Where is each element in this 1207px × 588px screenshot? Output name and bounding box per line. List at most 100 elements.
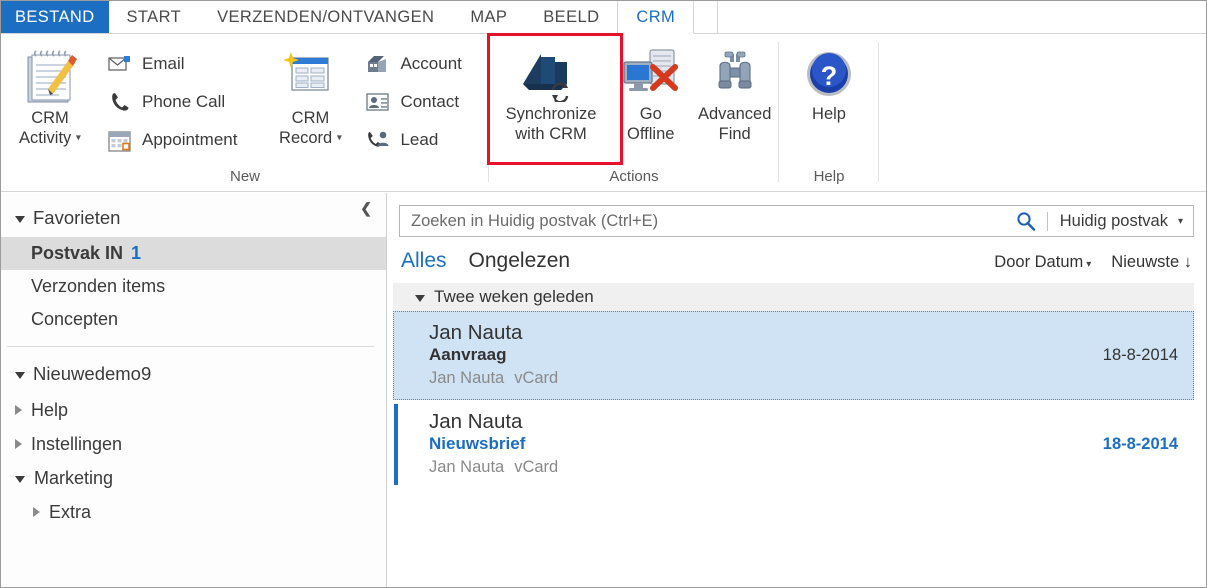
ribbon-group-help-label: Help [813,168,845,185]
tab-start[interactable]: START [109,1,200,33]
chevron-down-icon [15,476,25,483]
sidebar-item-extra-label: Extra [49,501,92,522]
sidebar-item-marketing[interactable]: Marketing [1,461,386,495]
account-icon [365,51,391,77]
search-scope-dropdown[interactable]: Huidig postvak ▾ [1060,212,1183,231]
new-appointment-label: Appointment [142,130,238,149]
tab-beeld[interactable]: BEELD [525,1,617,33]
tab-verzenden-ontvangen[interactable]: VERZENDEN/ONTVANGEN [199,1,452,33]
message-1-attachment: vCard [514,369,559,387]
dynamics-sync-icon [515,40,587,102]
sidebar-item-concepten-label: Concepten [31,309,119,329]
crm-activity-caret-icon[interactable]: ▾ [76,133,81,144]
message-group-header[interactable]: Twee weken geleden [393,283,1194,311]
tab-bestand[interactable]: BESTAND [1,1,109,33]
synchronize-label-line1: Synchronize [505,105,597,123]
message-list-item-2[interactable]: Jan Nauta Nieuwsbrief 18-8-2014 Jan Naut… [393,400,1194,489]
chevron-down-icon: ▾ [1177,215,1183,227]
message-2-subject: Nieuwsbrief [429,434,526,453]
sidebar-item-help-label: Help [31,399,69,420]
go-offline-button[interactable]: Go Offline [617,36,684,144]
new-account-button[interactable]: Account [361,46,469,82]
new-contact-label: Contact [400,92,460,111]
crm-activity-notepad-icon [19,44,81,106]
sidebar-item-postvak-in-count: 1 [131,243,142,263]
sidebar-group-favorieten-label: Favorieten [33,207,121,228]
new-contact-button[interactable]: Contact [361,84,469,120]
collapse-pane-icon[interactable]: ❮ [360,200,372,217]
filter-ongelezen[interactable]: Ongelezen [469,249,571,273]
phone-icon [107,89,133,115]
sidebar-group-nieuwedemo9[interactable]: Nieuwedemo9 [1,347,386,393]
message-1-subject: Aanvraag [429,345,507,364]
sort-order-label: Nieuwste [1111,253,1180,271]
go-offline-icon [620,40,682,102]
new-appointment-button[interactable]: Appointment [103,122,245,158]
synchronize-with-crm-button[interactable]: Synchronize with CRM [497,36,605,144]
message-1-sender: Jan Nauta [429,321,523,344]
sidebar-item-postvak-in[interactable]: Postvak IN 1 [1,237,386,270]
ribbon-tabstrip: BESTAND START VERZENDEN/ONTVANGEN MAP BE… [1,1,1206,34]
sort-by-date-dropdown[interactable]: Door Datum ▾ [994,253,1091,272]
tabstrip-filler [717,1,1206,34]
tab-crm[interactable]: CRM [617,1,695,34]
crm-record-label-line1: CRM [291,109,330,127]
tab-crm-label: CRM [636,7,676,26]
help-button-label: Help [812,105,846,123]
tab-map[interactable]: MAP [452,1,525,33]
go-offline-label-line1: Go [639,105,662,123]
chevron-right-icon [33,507,40,517]
message-filter-bar: Alles Ongelezen Door Datum ▾ Nieuwste ↓ [387,237,1206,283]
svg-text:?: ? [821,61,838,91]
email-icon [107,51,133,77]
sidebar-item-help[interactable]: Help [1,393,386,427]
ribbon-group-new: CRM Activity ▾ Email Phone Call Appointm… [1,34,489,192]
message-2-sender: Jan Nauta [429,410,523,433]
new-lead-button[interactable]: Lead [361,122,469,158]
message-list-item-1[interactable]: Jan Nauta Aanvraag 18-8-2014 Jan Nauta vC… [393,311,1194,400]
new-activity-small-buttons: Email Phone Call Appointment [103,40,245,158]
sort-by-date-label: Door Datum [994,253,1084,271]
crm-record-label-line2: Record [279,129,333,147]
ribbon-group-actions: Synchronize with CRM Go Offline Advanced… [489,34,779,192]
search-icon[interactable] [1016,211,1037,232]
help-question-icon: ? [801,40,857,102]
go-offline-label-line2: Offline [627,125,675,143]
synchronize-label-line2: with CRM [515,125,587,143]
sidebar-item-extra[interactable]: Extra [1,495,386,529]
sidebar-item-instellingen[interactable]: Instellingen [1,427,386,461]
message-2-date: 18-8-2014 [1102,435,1178,453]
tab-bestand-label: BESTAND [15,7,95,26]
tab-start-label: START [126,7,182,26]
navigation-pane: ❮ Favorieten Postvak IN 1 Verzonden items… [1,193,387,587]
sidebar-item-concepten[interactable]: Concepten [1,303,386,336]
new-phone-call-button[interactable]: Phone Call [103,84,245,120]
tab-verzenden-ontvangen-label: VERZENDEN/ONTVANGEN [217,7,435,26]
sidebar-group-favorieten[interactable]: Favorieten [1,193,386,237]
filter-alles[interactable]: Alles [401,249,447,273]
advanced-find-button[interactable]: Advanced Find [690,36,779,144]
new-email-label: Email [142,54,185,73]
new-phone-call-label: Phone Call [142,92,226,111]
chevron-down-icon: ▾ [1086,259,1092,270]
sort-order-toggle[interactable]: Nieuwste ↓ [1111,253,1192,272]
chevron-down-icon [15,216,25,223]
ribbon: CRM Activity ▾ Email Phone Call Appointm… [1,34,1206,192]
search-input[interactable] [411,211,1012,231]
advanced-find-label-line2: Find [718,125,751,143]
sidebar-item-verzonden-items[interactable]: Verzonden items [1,270,386,303]
crm-record-button[interactable]: CRM Record ▾ [267,40,353,149]
crm-activity-button[interactable]: CRM Activity ▾ [7,40,93,149]
search-bar[interactable]: Huidig postvak ▾ [399,205,1194,237]
search-scope-label: Huidig postvak [1059,211,1168,230]
ribbon-separator-3 [878,42,879,182]
new-lead-label: Lead [400,130,439,149]
new-email-button[interactable]: Email [103,46,245,82]
crm-record-caret-icon[interactable]: ▾ [337,133,342,144]
help-button[interactable]: ? Help [783,36,875,124]
sidebar-item-postvak-in-label: Postvak IN [31,243,124,263]
message-2-preview-sender: Jan Nauta [429,458,505,476]
crm-activity-label-line2: Activity [19,129,72,147]
lead-icon [365,127,391,153]
sidebar-item-marketing-label: Marketing [34,467,114,488]
